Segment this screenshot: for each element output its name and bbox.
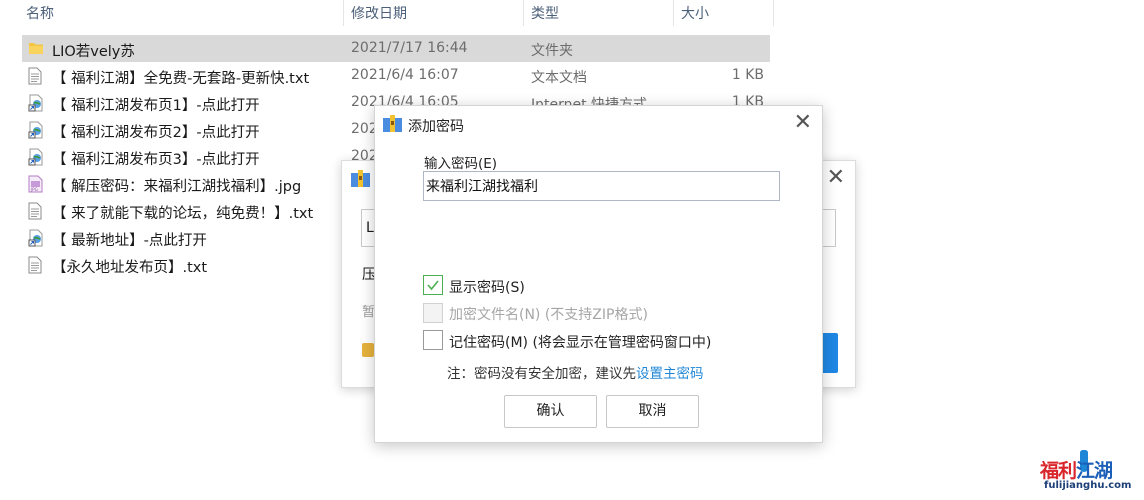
file-row[interactable]: LIO若vely苏 2021/7/17 16:44 文件夹 [22, 35, 770, 62]
set-master-password-link[interactable]: 设置主密码 [636, 366, 704, 382]
file-name: 【 最新地址】-点此打开 [52, 233, 207, 249]
column-divider[interactable] [673, 0, 674, 26]
close-icon[interactable]: ✕ [794, 110, 812, 135]
column-modified-header[interactable]: 修改日期 [351, 3, 407, 23]
security-note: 注：密码没有安全加密，建议先设置主密码 [447, 362, 704, 382]
archive-app-icon [351, 170, 371, 192]
column-divider[interactable] [523, 0, 524, 26]
file-list-header: 名称 修改日期 类型 大小 [0, 0, 775, 26]
text-file-icon [28, 202, 44, 220]
confirm-button[interactable]: 确认 [504, 395, 597, 428]
internet-shortcut-icon [28, 94, 44, 112]
text-file-icon [28, 67, 44, 85]
file-name: 【 解压密码：来福利江湖找福利】.jpg [52, 179, 302, 195]
encrypt-filenames-label: 加密文件名(N) (不支持ZIP格式) [449, 307, 648, 323]
file-name: LIO若vely苏 [52, 44, 135, 60]
dialog-title: 添加密码 [408, 119, 464, 135]
add-password-dialog: 添加密码 ✕ 输入密码(E) 显示密码(S) 加密文件名(N) (不支持ZIP格… [374, 105, 823, 443]
dialog-title-bar[interactable]: 添加密码 ✕ [375, 106, 822, 142]
column-type-header[interactable]: 类型 [531, 3, 559, 23]
file-date: 2021/7/17 16:44 [351, 40, 468, 56]
close-icon[interactable]: ✕ [827, 165, 845, 190]
encrypt-filenames-checkbox [423, 303, 443, 323]
text-file-icon [28, 256, 44, 274]
watermark-title: 福利江湖 [1040, 460, 1113, 482]
password-input[interactable] [423, 171, 780, 201]
file-type: 文本文档 [531, 70, 587, 86]
internet-shortcut-icon [28, 148, 44, 166]
file-name: 【 福利江湖发布页2】-点此打开 [52, 125, 260, 141]
password-label: 输入密码(E) [424, 156, 498, 172]
cancel-button[interactable]: 取消 [606, 395, 699, 428]
column-name-header[interactable]: 名称 [26, 3, 54, 23]
internet-shortcut-icon [28, 121, 44, 139]
file-row[interactable]: 【 福利江湖】全免费-无套路-更新快.txt 2021/6/4 16:07 文本文档… [22, 62, 770, 89]
watermark-url: fulijianghu.com [1044, 480, 1132, 491]
file-size: 1 KB [731, 67, 764, 83]
archive-app-icon [383, 115, 403, 137]
remember-password-label[interactable]: 记住密码(M) (将会显示在管理密码窗口中) [449, 332, 711, 352]
folder-icon [28, 40, 44, 58]
file-name: 【 福利江湖发布页1】-点此打开 [52, 98, 260, 114]
svg-text:JPG: JPG [30, 187, 38, 192]
lock-icon [362, 343, 374, 357]
column-size-header[interactable]: 大小 [681, 3, 709, 23]
watermark-logo: 福利江湖 fulijianghu.com [1040, 450, 1136, 496]
note-text: 注：密码没有安全加密，建议先 [447, 366, 636, 382]
column-divider[interactable] [343, 0, 344, 26]
file-name: 【 福利江湖发布页3】-点此打开 [52, 152, 260, 168]
file-type: 文件夹 [531, 43, 573, 59]
file-name: 【永久地址发布页】.txt [52, 260, 208, 276]
show-password-label[interactable]: 显示密码(S) [449, 277, 525, 297]
file-name: 【 来了就能下载的论坛，纯免费！】.txt [52, 206, 314, 222]
column-divider[interactable] [773, 0, 774, 26]
check-icon [427, 280, 439, 291]
file-date: 2021/6/4 16:07 [351, 67, 459, 83]
file-name: 【 福利江湖】全免费-无套路-更新快.txt [52, 71, 310, 87]
remember-password-checkbox[interactable] [423, 330, 443, 350]
image-file-icon: JPG [28, 175, 44, 193]
internet-shortcut-icon [28, 229, 44, 247]
show-password-checkbox[interactable] [423, 275, 443, 295]
